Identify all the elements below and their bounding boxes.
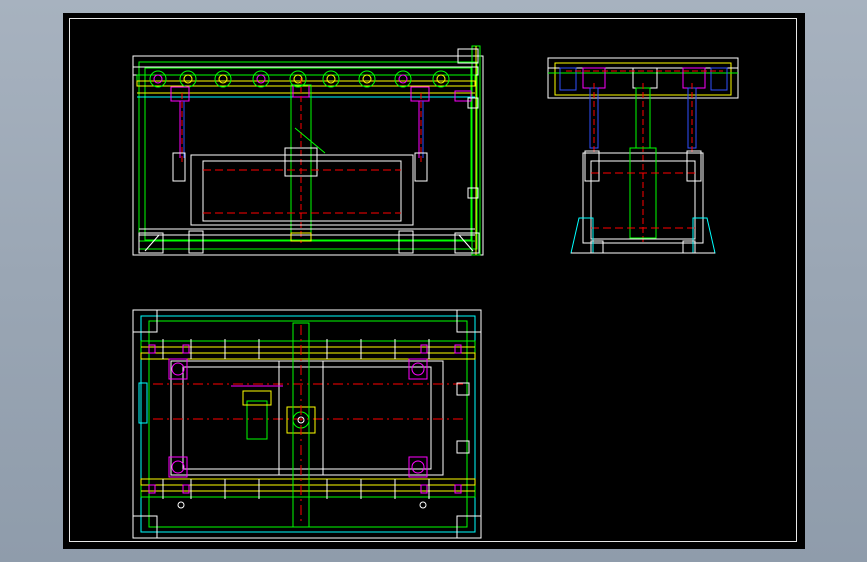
cad-drawing [132, 45, 739, 539]
top-inner-frame [170, 360, 444, 476]
side-foot-right [692, 217, 716, 254]
top-motor [246, 400, 268, 440]
side-foot-left [570, 217, 594, 254]
top-view [132, 309, 482, 539]
front-lower-frame [190, 154, 414, 226]
front-inner-frame-2 [144, 67, 472, 241]
side-view [547, 57, 739, 254]
front-view [132, 45, 484, 256]
top-center-plate [278, 360, 324, 476]
top-cylinders [168, 358, 428, 478]
drawing-sheet [63, 13, 805, 549]
front-foot-right [454, 232, 480, 254]
front-foot-left [138, 232, 164, 254]
cad-viewport[interactable] [0, 0, 867, 562]
